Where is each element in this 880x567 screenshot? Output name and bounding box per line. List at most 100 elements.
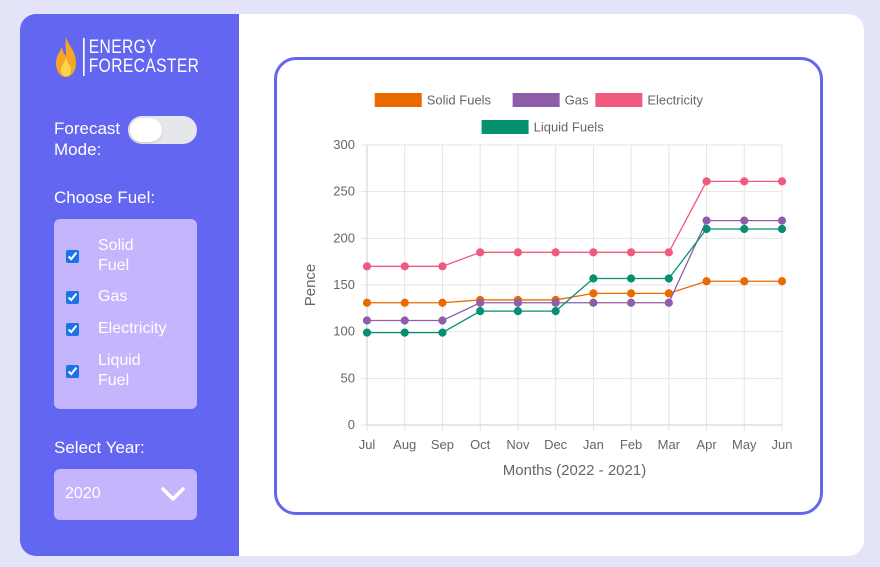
data-point bbox=[740, 177, 749, 186]
fuel-checklist: Solid Fuel Gas Electricity Liquid Fuel bbox=[54, 219, 197, 409]
data-point bbox=[740, 216, 749, 225]
gas-checkbox[interactable] bbox=[66, 290, 79, 304]
forecast-mode-label-line-2: Mode: bbox=[54, 140, 102, 159]
data-point bbox=[702, 277, 711, 286]
selected-year: 2020 bbox=[65, 485, 101, 502]
y-tick-label: 150 bbox=[333, 277, 355, 292]
data-point bbox=[626, 298, 636, 307]
data-point bbox=[476, 298, 485, 307]
app-title: ENERGY FORECASTER bbox=[83, 38, 199, 76]
data-point bbox=[400, 298, 409, 307]
x-tick-label: Oct bbox=[470, 437, 491, 452]
fuel-option-label: Gas bbox=[98, 288, 128, 305]
data-point bbox=[438, 298, 447, 307]
series-line bbox=[367, 280, 782, 304]
y-tick-label: 0 bbox=[348, 417, 355, 432]
x-tick-label: Jul bbox=[359, 437, 376, 452]
data-point bbox=[626, 274, 636, 283]
flame-icon bbox=[56, 37, 76, 77]
toggle-knob bbox=[130, 118, 162, 142]
data-point bbox=[740, 224, 749, 234]
series-line bbox=[367, 219, 782, 322]
data-point bbox=[513, 248, 523, 257]
data-point bbox=[400, 328, 409, 337]
data-point bbox=[400, 316, 409, 325]
data-point bbox=[664, 274, 673, 283]
y-tick-label: 200 bbox=[333, 230, 355, 245]
x-tick-label: Sep bbox=[431, 437, 454, 452]
data-point bbox=[589, 289, 598, 298]
forecast-mode-toggle[interactable] bbox=[128, 116, 197, 144]
data-point bbox=[664, 298, 673, 307]
legend-swatch bbox=[374, 93, 422, 107]
app-title-line-1: ENERGY bbox=[88, 37, 158, 58]
app-title-line-2: FORECASTER bbox=[88, 56, 200, 77]
fuel-option-label-line-2: Fuel bbox=[98, 257, 130, 274]
x-tick-label: Jan bbox=[583, 437, 604, 452]
data-point bbox=[438, 328, 447, 337]
fuel-option-electricity[interactable]: Electricity bbox=[66, 319, 178, 339]
legend-label: Liquid Fuels bbox=[534, 120, 605, 135]
legend-swatch bbox=[512, 93, 560, 107]
data-point bbox=[362, 316, 372, 325]
data-point bbox=[362, 328, 372, 337]
data-point bbox=[589, 248, 598, 257]
data-point bbox=[777, 224, 787, 234]
x-tick-label: Dec bbox=[544, 437, 568, 452]
y-tick-label: 250 bbox=[333, 184, 355, 199]
data-point bbox=[438, 262, 447, 271]
data-point bbox=[513, 298, 523, 307]
year-select[interactable]: 2020 bbox=[54, 469, 197, 520]
fuel-option-label: Solid Fuel bbox=[98, 236, 178, 276]
data-point bbox=[777, 177, 787, 186]
data-point bbox=[702, 216, 711, 225]
data-point bbox=[513, 307, 523, 316]
forecast-mode-label-line-1: Forecast bbox=[54, 119, 121, 138]
legend-swatch bbox=[595, 93, 643, 107]
fuel-option-solid-fuel[interactable]: Solid Fuel bbox=[66, 236, 178, 276]
fuel-option-liquid-fuel[interactable]: Liquid Fuel bbox=[66, 351, 178, 391]
legend-swatch bbox=[481, 120, 529, 134]
chevron-down-icon bbox=[161, 487, 185, 501]
data-point bbox=[476, 248, 485, 257]
select-year-label: Select Year: bbox=[54, 438, 145, 457]
data-point bbox=[626, 248, 636, 257]
solid-fuel-checkbox[interactable] bbox=[66, 249, 79, 263]
fuel-option-gas[interactable]: Gas bbox=[66, 287, 178, 307]
liquid-fuel-checkbox[interactable] bbox=[66, 364, 79, 378]
fuel-option-label-line-1: Solid bbox=[98, 237, 134, 254]
y-tick-label: 300 bbox=[333, 137, 355, 152]
y-tick-label: 100 bbox=[333, 324, 355, 339]
data-point bbox=[438, 316, 447, 325]
data-point bbox=[476, 307, 485, 316]
data-point bbox=[702, 224, 711, 234]
legend-label: Solid Fuels bbox=[427, 93, 492, 108]
data-point bbox=[740, 277, 749, 286]
data-point bbox=[400, 262, 409, 271]
x-tick-label: Mar bbox=[658, 437, 681, 452]
data-point bbox=[777, 216, 787, 225]
choose-fuel-label: Choose Fuel: bbox=[54, 188, 156, 207]
app-logo: ENERGY FORECASTER bbox=[54, 36, 225, 78]
data-point bbox=[362, 298, 372, 307]
sidebar: ENERGY FORECASTER Forecast Mode: Choose … bbox=[20, 14, 239, 556]
x-tick-label: May bbox=[732, 437, 757, 452]
x-tick-label: Aug bbox=[393, 437, 416, 452]
x-tick-label: Jun bbox=[772, 437, 793, 452]
electricity-checkbox[interactable] bbox=[66, 322, 79, 336]
data-point bbox=[626, 289, 636, 298]
forecast-mode-label: Forecast Mode: bbox=[54, 118, 120, 160]
fuel-option-label-line-2: Fuel bbox=[98, 372, 130, 389]
chart-card: 0 50 100 150 200 250 300 Jul Aug Sep Oct Nov Dec Jan F… bbox=[274, 57, 823, 515]
x-tick-label: Feb bbox=[620, 437, 642, 452]
x-axis-title: Months (2022 - 2021) bbox=[503, 462, 646, 479]
fuel-option-label: Electricity bbox=[98, 320, 167, 337]
fuel-option-label: Liquid Fuel bbox=[98, 351, 178, 391]
data-point bbox=[362, 262, 372, 271]
data-point bbox=[551, 307, 560, 316]
series-line bbox=[367, 180, 782, 267]
legend-label: Electricity bbox=[647, 93, 703, 108]
data-point bbox=[551, 298, 560, 307]
legend-label: Gas bbox=[565, 93, 589, 108]
fuel-option-label-line-1: Liquid bbox=[98, 352, 141, 369]
